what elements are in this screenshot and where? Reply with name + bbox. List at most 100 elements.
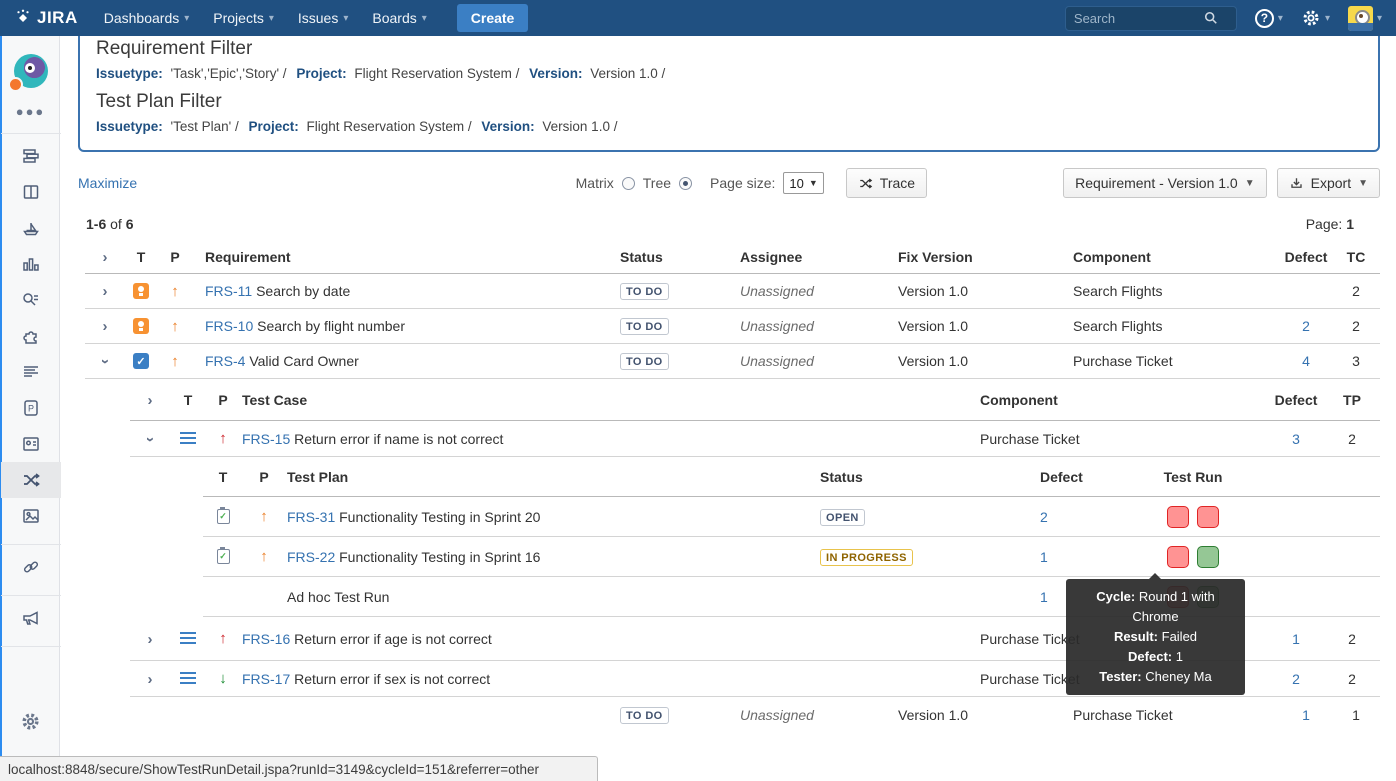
image-icon xyxy=(21,506,41,526)
sidebar-item-issues[interactable] xyxy=(1,282,61,318)
admin-menu[interactable]: ▾ xyxy=(1301,8,1330,28)
sidebar-divider xyxy=(1,646,61,647)
expand-all-icon[interactable]: › xyxy=(103,250,108,265)
page-size-label: Page size: xyxy=(710,175,775,191)
expand-all-icon[interactable]: › xyxy=(148,393,153,408)
col-priority: P xyxy=(206,392,240,408)
backlog-icon xyxy=(21,146,41,166)
test-run-passed-box[interactable] xyxy=(1197,546,1219,568)
issue-summary: Search by flight number xyxy=(257,318,405,334)
sidebar-item-reports[interactable] xyxy=(1,246,61,282)
test-run-failed-box[interactable] xyxy=(1197,506,1219,528)
col-type: T xyxy=(203,469,243,485)
defect-count-link[interactable]: 1 xyxy=(1040,589,1048,605)
sidebar-item-pages[interactable]: P xyxy=(1,390,61,426)
maximize-link[interactable]: Maximize xyxy=(78,175,137,191)
search-icon[interactable] xyxy=(1204,11,1218,25)
col-component: Component xyxy=(968,392,1268,408)
sidebar-item-contacts[interactable] xyxy=(1,426,61,462)
defect-count-link[interactable]: 3 xyxy=(1292,431,1300,447)
issue-key-link[interactable]: FRS-11 xyxy=(205,283,252,299)
defect-count-link[interactable]: 1 xyxy=(1040,549,1048,565)
issue-key-link[interactable]: FRS-4 xyxy=(205,353,245,369)
status-badge: TO DO xyxy=(620,318,669,335)
issue-key-link[interactable]: FRS-31 xyxy=(287,509,335,525)
col-fix-version: Fix Version xyxy=(890,249,1068,265)
sidebar-item-requirements[interactable] xyxy=(1,354,61,390)
sidebar-item-traceability[interactable] xyxy=(1,462,61,498)
testplan-filter-title: Test Plan Filter xyxy=(96,91,1362,113)
defect-count-link[interactable]: 1 xyxy=(1292,631,1300,647)
sidebar-item-links[interactable] xyxy=(1,549,61,585)
more-icon[interactable]: ●●● xyxy=(16,104,46,119)
priority-high-icon: ↑ xyxy=(260,508,268,525)
component: Purchase Ticket xyxy=(1068,707,1280,723)
download-icon xyxy=(1289,176,1304,191)
issue-key-link[interactable]: FRS-22 xyxy=(287,549,335,565)
expand-icon[interactable]: › xyxy=(148,632,153,647)
sidebar-item-backlog[interactable] xyxy=(1,138,61,174)
test-run-failed-box[interactable] xyxy=(1167,506,1189,528)
trace-button[interactable]: Trace xyxy=(846,168,927,198)
collapse-icon[interactable]: › xyxy=(98,359,113,364)
sidebar-item-addons[interactable] xyxy=(1,318,61,354)
expand-icon[interactable]: › xyxy=(103,284,108,299)
version-label: Version: xyxy=(481,119,534,134)
defect-count-link[interactable]: 4 xyxy=(1302,353,1310,369)
export-button[interactable]: Export▼ xyxy=(1277,168,1380,198)
nav-issues[interactable]: Issues▾ xyxy=(298,10,349,26)
nav-dashboards[interactable]: Dashboards▾ xyxy=(104,10,190,26)
collapse-icon[interactable]: › xyxy=(143,437,158,442)
defect-count-link[interactable]: 2 xyxy=(1040,509,1048,525)
assignee: Unassigned xyxy=(740,318,814,334)
search-input[interactable] xyxy=(1074,11,1204,26)
project-value: Flight Reservation System / xyxy=(354,66,519,81)
tp-count: 2 xyxy=(1324,631,1380,647)
test-run-failed-box[interactable] xyxy=(1167,546,1189,568)
issue-key-link[interactable]: FRS-10 xyxy=(205,318,253,334)
col-defect: Defect xyxy=(1023,469,1118,485)
issue-key-link[interactable]: FRS-17 xyxy=(242,671,290,687)
create-button[interactable]: Create xyxy=(457,4,529,32)
user-menu[interactable]: ▾ xyxy=(1348,6,1382,31)
expand-icon[interactable]: › xyxy=(103,319,108,334)
tree-radio[interactable] xyxy=(679,177,692,190)
expand-icon[interactable]: › xyxy=(148,672,153,687)
project-avatar[interactable] xyxy=(14,54,48,88)
component: Search Flights xyxy=(1068,318,1280,334)
defect-count-link[interactable]: 2 xyxy=(1292,671,1300,687)
issue-key-link[interactable]: FRS-16 xyxy=(242,631,290,647)
jira-logo[interactable]: JIRA xyxy=(14,8,78,28)
matrix-radio[interactable] xyxy=(622,177,635,190)
sidebar-item-media[interactable] xyxy=(1,498,61,534)
defect-count-link[interactable]: 1 xyxy=(1302,707,1310,723)
ship-icon xyxy=(21,218,41,238)
page-size-select[interactable]: 10▼ xyxy=(783,172,823,194)
col-test-case: Test Case xyxy=(240,392,968,408)
tree-label: Tree xyxy=(643,175,671,191)
status-badge: IN PROGRESS xyxy=(820,549,913,566)
priority-high-icon: ↑ xyxy=(171,318,179,335)
project-value: Flight Reservation System / xyxy=(307,119,472,134)
issue-key-link[interactable]: FRS-15 xyxy=(242,431,290,447)
help-menu[interactable]: ? ▾ xyxy=(1255,9,1283,28)
search-box[interactable] xyxy=(1065,6,1237,31)
nav-projects[interactable]: Projects▾ xyxy=(213,10,274,26)
sidebar-item-board[interactable] xyxy=(1,174,61,210)
table-row-frs-10: › ↑ FRS-10 Search by flight number TO DO… xyxy=(85,309,1380,344)
sidebar-item-releases[interactable] xyxy=(1,210,61,246)
assignee: Unassigned xyxy=(740,283,814,299)
defect-count-link[interactable]: 2 xyxy=(1302,318,1310,334)
sidebar-item-announcements[interactable] xyxy=(1,600,61,636)
col-tc: TC xyxy=(1332,249,1380,265)
sidebar-divider xyxy=(1,133,61,134)
requirement-version-dropdown[interactable]: Requirement - Version 1.0▼ xyxy=(1063,168,1267,198)
nav-boards[interactable]: Boards▾ xyxy=(372,10,426,26)
col-tp: TP xyxy=(1324,392,1380,408)
col-status: Status xyxy=(808,469,1023,485)
issue-summary: Return error if sex is not correct xyxy=(294,671,490,687)
issuetype-value: 'Task','Epic','Story' / xyxy=(171,66,287,81)
sidebar-item-settings[interactable] xyxy=(1,703,61,739)
table-row-frs-11: › ↑ FRS-11 Search by date TO DO Unassign… xyxy=(85,274,1380,309)
chevron-down-icon: ▾ xyxy=(1278,13,1283,24)
